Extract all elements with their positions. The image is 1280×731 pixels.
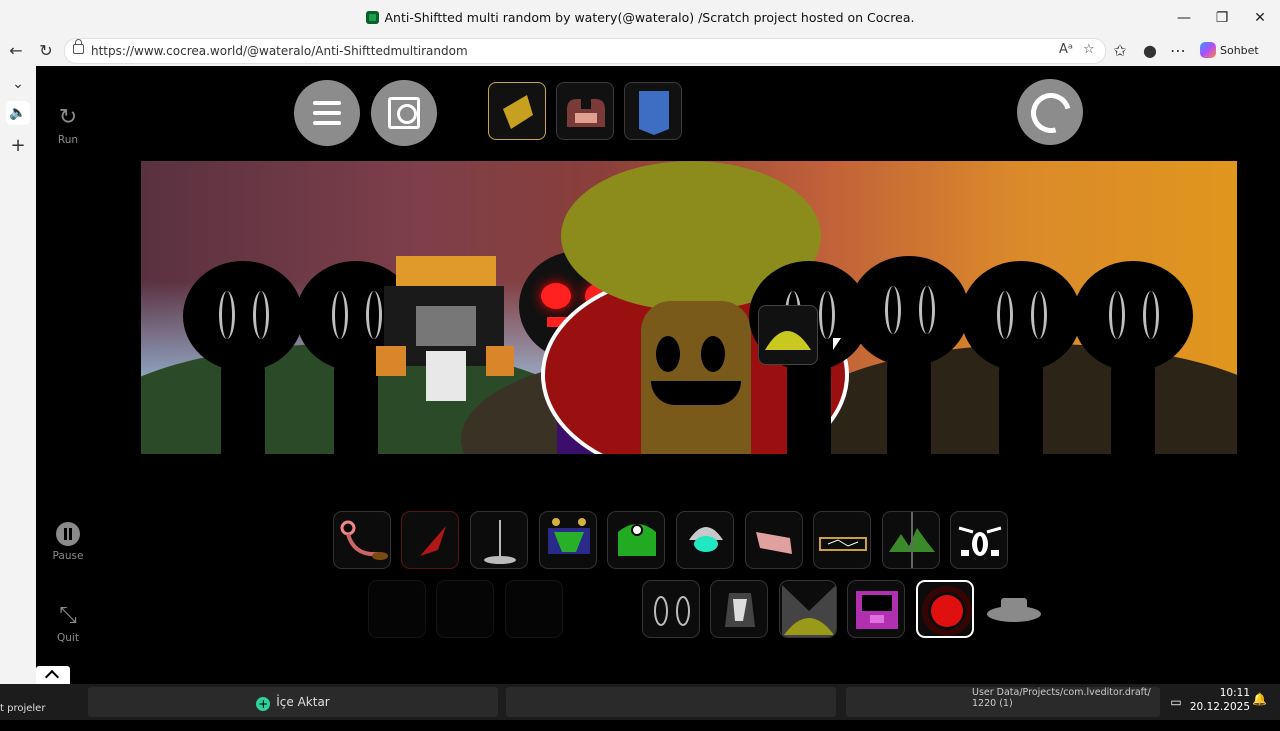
reset-button[interactable]	[1017, 79, 1083, 145]
empty-slot-2	[436, 580, 494, 638]
taskbar-slot[interactable]	[506, 687, 836, 717]
sound-icon-12[interactable]	[710, 580, 768, 638]
sound-icon-15-selected[interactable]	[916, 580, 974, 638]
favorites-icon[interactable]: ✩	[1106, 36, 1134, 66]
sound-icon-9[interactable]	[882, 511, 940, 569]
favorite-star-icon[interactable]: ☆	[1083, 42, 1095, 57]
sound-icon-11[interactable]	[642, 580, 700, 638]
restore-icon[interactable]: ❐	[1203, 0, 1241, 36]
project-path-line1: User Data/Projects/com.lveditor.draft/	[972, 687, 1151, 698]
run-icon: ↻	[58, 105, 78, 130]
singer-8[interactable]	[961, 261, 1081, 454]
add-icon[interactable]: +	[6, 134, 30, 158]
character-view-button[interactable]	[371, 80, 437, 146]
sound-icon-4[interactable]	[539, 511, 597, 569]
singer-9[interactable]	[1073, 261, 1193, 454]
copilot-icon	[1200, 42, 1216, 58]
menu-button[interactable]	[294, 80, 360, 146]
clock-time: 10:11	[1219, 687, 1250, 699]
chevron-down-icon[interactable]: ⌄	[6, 72, 30, 96]
project-path[interactable]: User Data/Projects/com.lveditor.draft/ 1…	[846, 687, 1160, 717]
pause-icon	[56, 522, 80, 546]
url-text[interactable]: https://www.cocrea.world/@wateralo/Anti-…	[91, 39, 468, 63]
sound-icon-7[interactable]	[745, 511, 803, 569]
lock-icon	[73, 39, 84, 54]
browser-sidebar: ⌄ 🔈 +	[0, 66, 36, 684]
reload-icon[interactable]: ↻	[32, 36, 60, 66]
category-head-button[interactable]	[488, 82, 546, 140]
cloak-shape-icon	[639, 91, 669, 135]
speaker-icon[interactable]: 🔈	[6, 101, 30, 125]
run-label: Run	[57, 134, 79, 146]
quit-label: Quit	[57, 632, 79, 644]
pause-label: Pause	[52, 550, 84, 562]
system-clock[interactable]: 10:11 20.12.2025	[1180, 686, 1250, 714]
pause-button[interactable]: Pause	[36, 522, 100, 562]
singer-3-pixel[interactable]	[376, 256, 516, 416]
more-options-icon[interactable]: ⋯	[1164, 36, 1192, 66]
import-button[interactable]: + İçe Aktar	[88, 687, 498, 717]
yellow-hat-badge	[758, 305, 818, 365]
sound-icon-10[interactable]	[950, 511, 1008, 569]
browser-toolbar: ← ↻ https://www.cocrea.world/@wateralo/A…	[0, 36, 1280, 79]
torso-shape-icon	[567, 99, 605, 127]
singer-1[interactable]	[183, 261, 303, 454]
window-title-bar: Anti-Shiftted multi random by watery(@wa…	[0, 0, 1280, 36]
portrait-icon	[388, 97, 420, 129]
project-path-line2: 1220 (1)	[972, 698, 1013, 709]
stage-scene	[141, 161, 1237, 454]
taskbar: t projeler + İçe Aktar User Data/Projects…	[0, 684, 1280, 720]
sound-icon-1[interactable]	[333, 511, 391, 569]
minimize-icon[interactable]: —	[1165, 0, 1203, 36]
category-body-button[interactable]	[556, 82, 614, 140]
read-aloud-icon[interactable]: Aᵃ	[1059, 42, 1073, 57]
copilot-button[interactable]: Sohbet et	[1200, 40, 1272, 79]
address-bar[interactable]: https://www.cocrea.world/@wateralo/Anti-…	[64, 38, 1106, 64]
sound-icon-5[interactable]	[607, 511, 665, 569]
notification-icon[interactable]: 🔔	[1252, 692, 1267, 706]
clock-date: 20.12.2025	[1189, 701, 1250, 713]
window-title-text: Anti-Shiftted multi random by watery(@wa…	[384, 10, 915, 25]
singer-7[interactable]	[849, 256, 969, 454]
site-favicon-icon	[365, 11, 379, 24]
sound-icon-8[interactable]	[813, 511, 871, 569]
sound-icon-3[interactable]	[470, 511, 528, 569]
sound-icon-6[interactable]	[676, 511, 734, 569]
expand-chevron-up-icon[interactable]	[36, 666, 70, 684]
run-button[interactable]: ↻ Run	[36, 105, 100, 147]
mouse-cursor-icon	[833, 338, 841, 350]
plus-circle-icon: +	[256, 697, 271, 711]
window-title: Anti-Shiftted multi random by watery(@wa…	[0, 0, 1280, 36]
sound-icon-13[interactable]	[779, 580, 837, 638]
sound-icon-14[interactable]	[847, 580, 905, 638]
back-arrow-icon[interactable]: ←	[2, 36, 30, 66]
quit-button[interactable]: ⤡ Quit	[36, 603, 100, 645]
diamond-shape-icon	[503, 95, 533, 129]
hat-icon[interactable]	[985, 590, 1043, 630]
profile-avatar-icon[interactable]: ●	[1136, 36, 1164, 66]
taskbar-left-label[interactable]: t projeler	[0, 687, 80, 717]
collapse-icon: ⤡	[59, 603, 77, 628]
category-cloak-button[interactable]	[624, 82, 682, 140]
empty-slot-1	[368, 580, 426, 638]
close-icon[interactable]: ✕	[1241, 0, 1279, 36]
empty-slot-3	[505, 580, 563, 638]
hamburger-icon	[313, 101, 341, 105]
import-label: İçe Aktar	[276, 695, 330, 709]
sound-icon-2[interactable]	[401, 511, 459, 569]
